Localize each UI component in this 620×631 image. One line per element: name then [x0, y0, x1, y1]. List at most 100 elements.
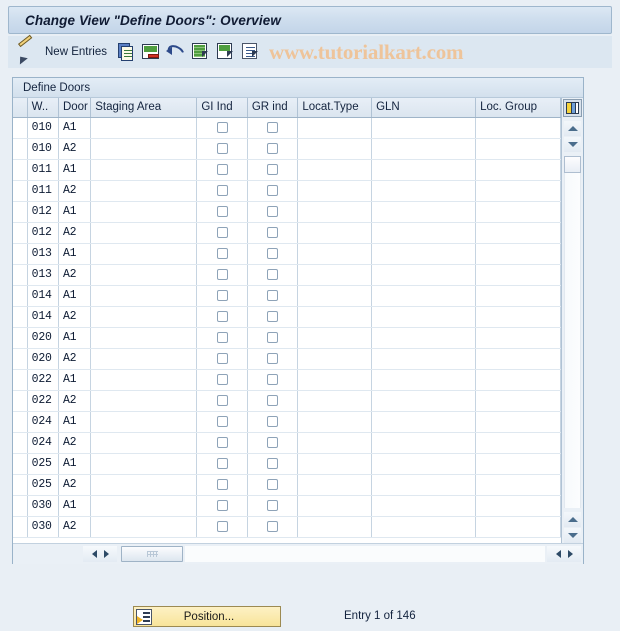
- checkbox-gr[interactable]: [267, 436, 279, 448]
- cell-gr[interactable]: [247, 474, 299, 496]
- column-header-staging[interactable]: Staging Area: [90, 98, 198, 118]
- cell-door[interactable]: A2: [58, 432, 92, 454]
- cell-gr[interactable]: [247, 159, 299, 181]
- cell-door[interactable]: A1: [58, 285, 92, 307]
- table-row[interactable]: 030 A1: [13, 495, 561, 517]
- cell-locgroup[interactable]: [475, 285, 561, 307]
- checkbox-gr[interactable]: [267, 184, 279, 196]
- table-row[interactable]: 010 A2: [13, 138, 561, 160]
- cell-door[interactable]: A2: [58, 222, 92, 244]
- row-select-handle[interactable]: [13, 285, 28, 307]
- cell-gln[interactable]: [371, 432, 477, 454]
- cell-locgroup[interactable]: [475, 474, 561, 496]
- cell-wh[interactable]: 010: [27, 117, 59, 139]
- checkbox-gi[interactable]: [216, 331, 228, 343]
- checkbox-gr[interactable]: [267, 121, 279, 133]
- cell-staging[interactable]: [90, 180, 198, 202]
- cell-wh[interactable]: 014: [27, 285, 59, 307]
- cell-locattype[interactable]: [297, 285, 373, 307]
- cell-locgroup[interactable]: [475, 432, 561, 454]
- cell-gr[interactable]: [247, 306, 299, 328]
- cell-gr[interactable]: [247, 453, 299, 475]
- cell-gi[interactable]: [196, 201, 248, 223]
- cell-gln[interactable]: [371, 243, 477, 265]
- cell-gr[interactable]: [247, 222, 299, 244]
- cell-wh[interactable]: 013: [27, 243, 59, 265]
- checkbox-gi[interactable]: [216, 142, 228, 154]
- scroll-up-top-button[interactable]: [564, 121, 581, 136]
- cell-door[interactable]: A2: [58, 138, 92, 160]
- cell-staging[interactable]: [90, 264, 198, 286]
- cell-gi[interactable]: [196, 264, 248, 286]
- cell-wh[interactable]: 011: [27, 180, 59, 202]
- cell-door[interactable]: A2: [58, 516, 92, 538]
- cell-gi[interactable]: [196, 285, 248, 307]
- cell-door[interactable]: A2: [58, 264, 92, 286]
- table-row[interactable]: 025 A2: [13, 474, 561, 496]
- cell-staging[interactable]: [90, 495, 198, 517]
- cell-door[interactable]: A2: [58, 306, 92, 328]
- cell-gln[interactable]: [371, 327, 477, 349]
- cell-door[interactable]: A1: [58, 369, 92, 391]
- cell-door[interactable]: A1: [58, 453, 92, 475]
- select-all-column-header[interactable]: [13, 98, 28, 118]
- cell-locattype[interactable]: [297, 222, 373, 244]
- grid-scroll-area[interactable]: W.. Door Staging Area GI Ind GR ind Locat.Typ…: [13, 98, 561, 543]
- cell-wh[interactable]: 030: [27, 516, 59, 538]
- column-header-locgroup[interactable]: Loc. Group: [475, 98, 561, 118]
- cell-gln[interactable]: [371, 201, 477, 223]
- cell-gi[interactable]: [196, 222, 248, 244]
- vertical-scrollbar-thumb[interactable]: [564, 156, 581, 173]
- cell-locattype[interactable]: [297, 516, 373, 538]
- checkbox-gi[interactable]: [216, 184, 228, 196]
- display-change-pencil-icon[interactable]: [16, 34, 38, 65]
- cell-locgroup[interactable]: [475, 411, 561, 433]
- cell-staging[interactable]: [90, 348, 198, 370]
- cell-gln[interactable]: [371, 390, 477, 412]
- checkbox-gr[interactable]: [267, 373, 279, 385]
- cell-gr[interactable]: [247, 243, 299, 265]
- undo-icon[interactable]: [165, 41, 187, 63]
- cell-gi[interactable]: [196, 474, 248, 496]
- horizontal-scrollbar-thumb[interactable]: [121, 546, 183, 562]
- checkbox-gi[interactable]: [216, 499, 228, 511]
- row-select-handle[interactable]: [13, 348, 28, 370]
- cell-gln[interactable]: [371, 159, 477, 181]
- column-header-gr[interactable]: GR ind: [247, 98, 299, 118]
- cell-locattype[interactable]: [297, 306, 373, 328]
- checkbox-gi[interactable]: [216, 436, 228, 448]
- cell-gi[interactable]: [196, 369, 248, 391]
- cell-wh[interactable]: 012: [27, 201, 59, 223]
- cell-door[interactable]: A2: [58, 474, 92, 496]
- deselect-all-icon[interactable]: [215, 41, 237, 63]
- cell-wh[interactable]: 025: [27, 453, 59, 475]
- checkbox-gr[interactable]: [267, 499, 279, 511]
- cell-gi[interactable]: [196, 138, 248, 160]
- cell-gi[interactable]: [196, 516, 248, 538]
- cell-staging[interactable]: [90, 306, 198, 328]
- row-select-handle[interactable]: [13, 306, 28, 328]
- checkbox-gi[interactable]: [216, 478, 228, 490]
- checkbox-gi[interactable]: [216, 394, 228, 406]
- cell-wh[interactable]: 014: [27, 306, 59, 328]
- checkbox-gi[interactable]: [216, 205, 228, 217]
- row-select-handle[interactable]: [13, 411, 28, 433]
- cell-locgroup[interactable]: [475, 243, 561, 265]
- cell-locgroup[interactable]: [475, 348, 561, 370]
- cell-locgroup[interactable]: [475, 117, 561, 139]
- cell-locgroup[interactable]: [475, 516, 561, 538]
- cell-locgroup[interactable]: [475, 369, 561, 391]
- table-row[interactable]: 010 A1: [13, 117, 561, 139]
- cell-staging[interactable]: [90, 327, 198, 349]
- row-select-handle[interactable]: [13, 390, 28, 412]
- cell-locgroup[interactable]: [475, 327, 561, 349]
- column-header-gln[interactable]: GLN: [371, 98, 477, 118]
- cell-staging[interactable]: [90, 243, 198, 265]
- row-select-handle[interactable]: [13, 495, 28, 517]
- cell-gln[interactable]: [371, 411, 477, 433]
- checkbox-gr[interactable]: [267, 247, 279, 259]
- cell-locattype[interactable]: [297, 369, 373, 391]
- cell-wh[interactable]: 010: [27, 138, 59, 160]
- checkbox-gr[interactable]: [267, 520, 279, 532]
- cell-staging[interactable]: [90, 453, 198, 475]
